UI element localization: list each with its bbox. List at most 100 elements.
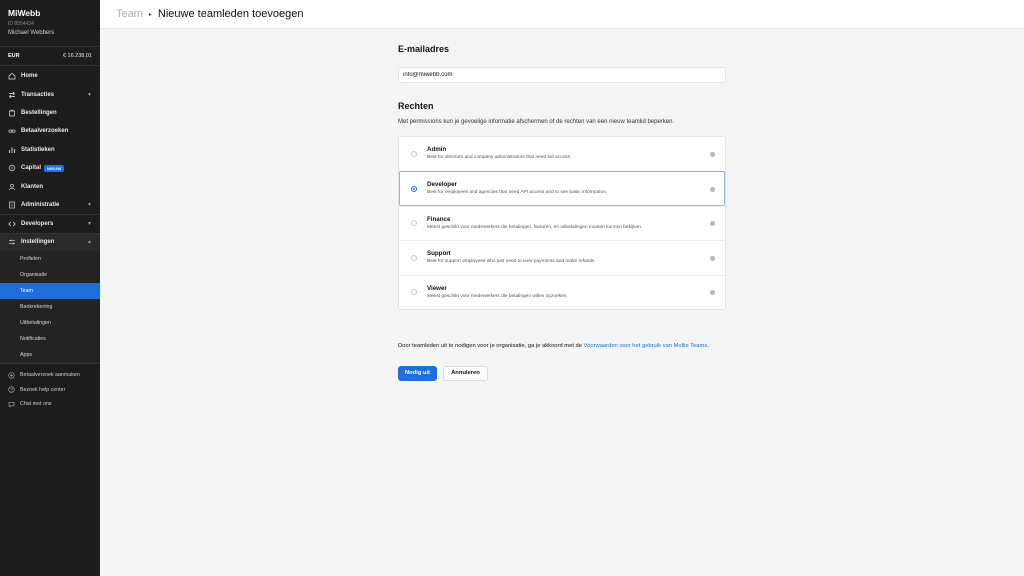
account-user: Michael Webbers (8, 30, 55, 36)
nav-item-orders[interactable]: Bestellingen (0, 104, 100, 122)
chat-link[interactable]: Chat met ons (0, 397, 100, 412)
nav-item-developers[interactable]: Developers ▼ (0, 214, 100, 232)
users-icon (8, 183, 16, 191)
sidebar-subitem-profielen[interactable]: Profielen (0, 251, 100, 267)
role-description: Meest geschikt voor medewerkers die beta… (427, 224, 643, 230)
invite-button[interactable]: Nodig uit (398, 365, 438, 381)
transactions-icon (8, 91, 16, 99)
role-description: Best for directors and company administr… (427, 155, 572, 160)
nav-label: Developers (21, 220, 54, 227)
role-list: Admin Best for directors and company admi… (398, 136, 726, 310)
help-icon (8, 386, 15, 393)
nav-item-payment-requests[interactable]: Betaalverzoeken (0, 122, 100, 140)
nav-item-transactions[interactable]: Transacties ▼ (0, 85, 100, 103)
util-label: Bezoek help center (20, 386, 66, 393)
link-icon (8, 127, 16, 135)
sidebar-subitem-notificaties[interactable]: Notificaties (0, 331, 100, 347)
document-icon (8, 201, 16, 209)
plus-circle-icon (8, 372, 15, 379)
sidebar-subitem-organisatie[interactable]: Organisatie (0, 267, 100, 283)
breadcrumb: Team ▸ Nieuwe teamleden toevoegen (100, 0, 1024, 29)
utility-links: Betaalverzoek aanmaken Bezoek help cente… (0, 362, 100, 412)
sidebar-subitem-uitbetalingen[interactable]: Uitbetalingen (0, 315, 100, 331)
nav-item-administration[interactable]: Administratie ▼ (0, 196, 100, 214)
email-field[interactable] (398, 67, 726, 83)
info-icon[interactable] (710, 186, 715, 192)
role-radio[interactable] (411, 254, 417, 261)
role-option-admin[interactable]: Admin Best for directors and company admi… (399, 137, 725, 171)
nav-label: Statistieken (21, 146, 55, 153)
terms-notice: Door teamleden uit te nodigen voor je or… (398, 342, 728, 351)
nav-item-settings[interactable]: Instellingen ▲ (0, 232, 100, 251)
info-icon[interactable] (710, 255, 715, 261)
nav-label: Klanten (21, 183, 44, 190)
info-icon[interactable] (710, 290, 715, 296)
page-title: Nieuwe teamleden toevoegen (157, 8, 304, 20)
nav-label: Administratie (21, 201, 60, 208)
terms-link[interactable]: Voorwaarden voor het gebruik van Mollie … (584, 343, 708, 349)
create-payment-request-link[interactable]: Betaalverzoek aanmaken (0, 368, 100, 383)
chevron-down-icon: ▼ (87, 201, 92, 208)
role-option-support[interactable]: Support Best for support employees who ju… (399, 240, 725, 274)
nav-item-statistics[interactable]: Statistieken (0, 141, 100, 159)
role-title: Admin (427, 146, 447, 153)
balance-row[interactable]: EUR € 16.238,01 (0, 46, 100, 66)
util-label: Betaalverzoek aanmaken (20, 372, 80, 379)
nav-label: Betaalverzoeken (21, 128, 69, 135)
account-id: ID 8554434 (8, 21, 34, 27)
sidebar: MiWebb ID 8554434 Michael Webbers EUR € … (0, 0, 100, 576)
info-icon[interactable] (710, 221, 715, 227)
role-option-developer[interactable]: Developer Best for employees and agencies… (399, 171, 725, 206)
home-icon (8, 72, 16, 80)
role-title: Support (427, 250, 451, 258)
balance-currency: EUR (8, 53, 20, 59)
sliders-icon (8, 238, 16, 246)
new-badge: NIEUW (44, 164, 65, 172)
role-radio[interactable] (411, 185, 417, 192)
nav-item-customers[interactable]: Klanten (0, 177, 100, 195)
capital-icon (8, 164, 16, 172)
settings-submenu: Profielen Organisatie Team Bankrekening Uitb… (0, 250, 100, 363)
util-label: Chat met ons (20, 401, 52, 408)
account-switcher[interactable]: MiWebb ID 8554434 Michael Webbers (0, 0, 100, 42)
breadcrumb-parent-link[interactable]: Team (116, 8, 143, 20)
chevron-down-icon: ▼ (87, 91, 92, 98)
breadcrumb-separator-icon: ▸ (148, 11, 152, 18)
nav-label: Transacties (21, 91, 55, 98)
info-icon[interactable] (710, 151, 715, 157)
role-option-viewer[interactable]: Viewer Meest geschikt voor medewerkers di… (399, 274, 725, 309)
nav-label: Capital (21, 165, 42, 172)
bar-chart-icon (8, 146, 16, 154)
role-title: Finance (427, 215, 451, 223)
role-description: Meest geschikt voor medewerkers die beta… (427, 293, 568, 299)
nav-label: Bestellingen (21, 109, 57, 116)
sidebar-subitem-apps[interactable]: Apps (0, 347, 100, 363)
terms-end: . (707, 342, 709, 349)
help-center-link[interactable]: Bezoek help center (0, 382, 100, 397)
main-nav: Home Transacties ▼ Bestellingen Betaalve… (0, 66, 100, 251)
role-radio[interactable] (411, 150, 417, 157)
nav-label: Home (21, 73, 38, 80)
cancel-button[interactable]: Annuleren (443, 365, 488, 381)
sidebar-subitem-bankrekening[interactable]: Bankrekening (0, 299, 100, 315)
rights-description: Met permissions kun je gevoelige informa… (398, 119, 675, 125)
role-title: Viewer (427, 284, 447, 292)
chat-icon (8, 401, 15, 408)
chevron-down-icon: ▼ (87, 220, 92, 227)
terms-text: Door teamleden uit te nodigen voor je or… (398, 342, 584, 349)
sidebar-subitem-team[interactable]: Team (0, 282, 100, 299)
account-name: MiWebb (8, 8, 41, 18)
role-radio[interactable] (411, 220, 417, 227)
role-description: Best for support employees who just need… (427, 259, 596, 265)
balance-amount: € 16.238,01 (62, 53, 92, 59)
nav-label: Instellingen (21, 239, 55, 246)
nav-item-home[interactable]: Home (0, 67, 100, 85)
orders-icon (8, 109, 16, 117)
nav-item-capital[interactable]: Capital NIEUW (0, 159, 100, 177)
form-actions: Nodig uit Annuleren (398, 365, 726, 381)
chevron-up-icon: ▲ (87, 239, 92, 246)
role-description: Best for employees and agencies that nee… (427, 190, 607, 196)
rights-heading: Rechten (398, 101, 434, 111)
role-option-finance[interactable]: Finance Meest geschikt voor medewerkers d… (399, 205, 725, 240)
role-radio[interactable] (411, 289, 417, 296)
